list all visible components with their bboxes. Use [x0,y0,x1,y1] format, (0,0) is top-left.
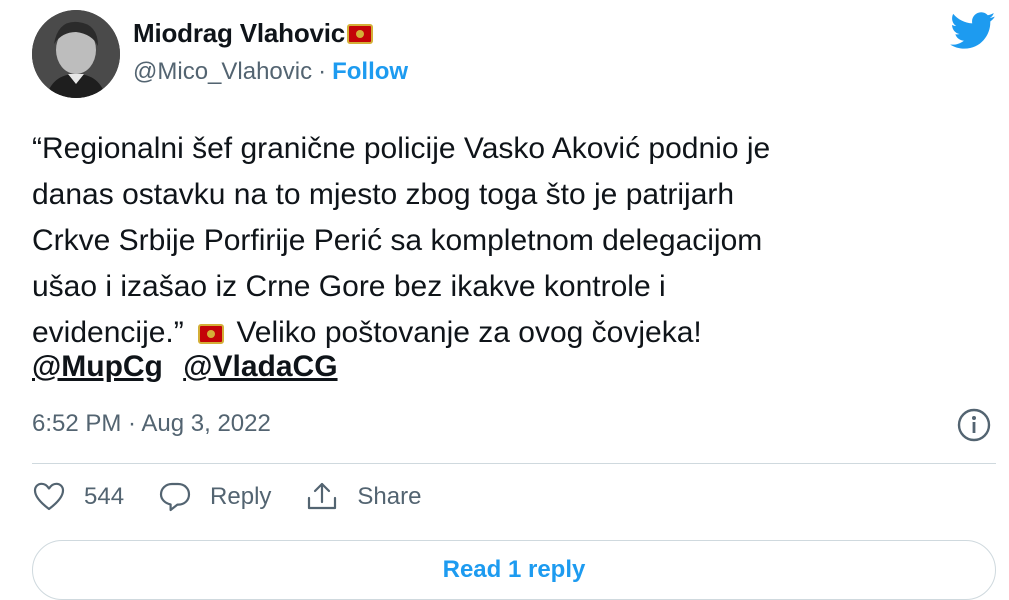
tweet-card: Miodrag Vlahovic @Mico_Vlahovic · Follow… [0,0,1009,600]
mentions: @MupCg @VladaCG [32,350,350,384]
montenegro-flag-icon [198,324,225,345]
share-button[interactable]: Share [305,480,421,514]
reply-label: Reply [210,483,272,510]
tweet-line-part: Veliko poštovanje za ovog čovjeka! [236,316,702,349]
mention-link[interactable]: @MupCg [32,350,163,383]
share-label: Share [357,483,422,510]
follow-button[interactable]: Follow [332,58,408,86]
tweet-timestamp[interactable]: 6:52 PM · Aug 3, 2022 [32,410,271,438]
tweet-line: danas ostavku na to mjesto zbog toga što… [32,178,735,211]
tweet-line-part: evidencije.” [32,316,184,349]
user-handle-row: @Mico_Vlahovic · Follow [133,58,408,86]
user-handle[interactable]: @Mico_Vlahovic [133,58,312,86]
divider [32,463,996,464]
tweet-text: “Regionalni šef granične policije Vasko … [32,126,982,356]
user-display-name[interactable]: Miodrag Vlahovic [133,18,345,49]
read-reply-button[interactable]: Read 1 reply [32,540,996,600]
twitter-bird-icon[interactable] [950,12,996,50]
reply-button[interactable]: Reply [158,480,271,514]
heart-icon [33,482,65,511]
avatar[interactable] [32,10,120,98]
user-name-row: Miodrag Vlahovic [133,18,374,49]
info-icon[interactable] [957,408,991,442]
tweet-line: “Regionalni šef granične policije Vasko … [32,132,771,165]
tweet-actions: 544 Reply Share [32,480,455,514]
separator-dot: · [318,58,327,85]
montenegro-flag-icon [347,23,374,44]
tweet-line: ušao i izašao iz Crne Gore bez ikakve ko… [32,270,666,303]
mention-link[interactable]: @VladaCG [183,350,337,383]
reply-bubble-icon [159,482,191,512]
like-button[interactable]: 544 [32,480,124,514]
tweet-line: Crkve Srbije Porfirije Perić sa kompletn… [32,224,763,257]
like-count: 544 [84,483,125,510]
share-icon [308,482,337,510]
